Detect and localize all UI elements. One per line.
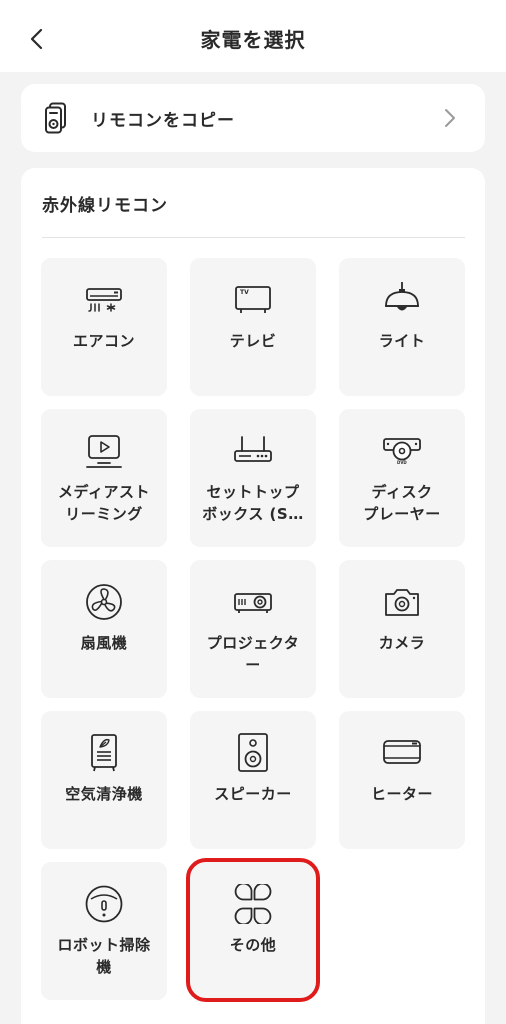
tile-other[interactable]: その他 — [190, 862, 316, 1000]
tile-light[interactable]: ライト — [339, 258, 465, 396]
tile-label: その他 — [229, 936, 277, 954]
tile-air-conditioner[interactable]: エアコン — [41, 258, 167, 396]
tv-icon: TV — [235, 286, 271, 313]
page-title: 家電を選択 — [200, 28, 306, 52]
tile-label: カメラ — [378, 634, 426, 652]
heater-icon — [383, 740, 421, 764]
remote-copy-icon — [45, 102, 66, 134]
speaker-icon — [238, 733, 268, 772]
header-bar: 家電を選択 — [0, 0, 506, 72]
air-purifier-icon — [91, 734, 117, 772]
projector-icon — [234, 593, 272, 613]
set-top-box-icon — [234, 436, 272, 462]
tile-label: テレビ — [229, 332, 277, 350]
tile-disc-player[interactable]: DVD ディスク プレーヤー — [339, 409, 465, 547]
tile-speaker[interactable]: スピーカー — [190, 711, 316, 849]
tile-tv[interactable]: TV テレビ — [190, 258, 316, 396]
tile-label: 空気清浄機 — [65, 785, 143, 803]
air-conditioner-icon — [86, 288, 122, 312]
tile-label: ヒーター — [370, 785, 433, 803]
disc-player-icon: DVD — [383, 438, 421, 465]
tile-label: 扇風機 — [80, 634, 128, 652]
tile-label: ライト — [378, 332, 426, 350]
camera-icon — [385, 589, 419, 616]
tile-robot-vacuum[interactable]: ロボット掃除 機 — [41, 862, 167, 1000]
section-title: 赤外線リモコン — [42, 196, 168, 216]
tile-label: メディアスト リーミング — [58, 483, 150, 523]
tile-label: プロジェクタ ー — [206, 634, 300, 674]
other-icon — [234, 884, 272, 924]
svg-text:TV: TV — [240, 289, 249, 296]
tile-label: エアコン — [72, 332, 135, 350]
copy-remote-label: リモコンをコピー — [91, 111, 235, 131]
tile-air-purifier[interactable]: 空気清浄機 — [41, 711, 167, 849]
tile-set-top-box[interactable]: セットトップ ボックス (S… — [190, 409, 316, 547]
tile-label: スピーカー — [214, 785, 292, 803]
media-streaming-icon — [86, 435, 122, 468]
fan-icon — [86, 584, 122, 620]
ir-remote-section: 赤外線リモコン エアコン TV テレビ ライト メディアスト リーミング セット… — [21, 168, 485, 1024]
tile-heater[interactable]: ヒーター — [339, 711, 465, 849]
section-divider — [42, 237, 465, 238]
tile-fan[interactable]: 扇風機 — [41, 560, 167, 698]
tile-label: ディスク プレーヤー — [363, 483, 441, 523]
tile-label: セットトップ ボックス (S… — [202, 483, 304, 523]
ceiling-light-icon — [385, 282, 419, 311]
robot-vacuum-icon — [85, 885, 123, 923]
tile-label: ロボット掃除 機 — [57, 936, 151, 976]
svg-text:DVD: DVD — [397, 460, 407, 465]
tile-media-streaming[interactable]: メディアスト リーミング — [41, 409, 167, 547]
chevron-right-icon — [445, 109, 455, 127]
tile-projector[interactable]: プロジェクタ ー — [190, 560, 316, 698]
tile-camera[interactable]: カメラ — [339, 560, 465, 698]
copy-remote-button[interactable]: リモコンをコピー — [21, 84, 485, 152]
